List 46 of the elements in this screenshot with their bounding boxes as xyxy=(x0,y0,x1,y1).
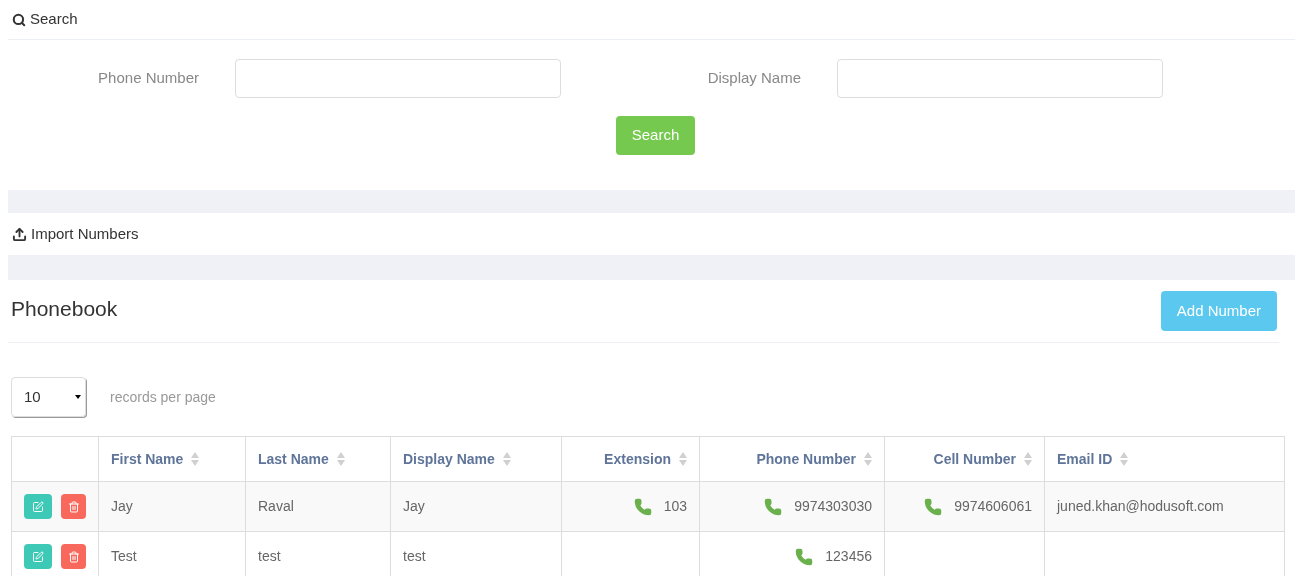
table-cell-text: 9974303030 xyxy=(794,497,872,516)
column-header[interactable]: Phone Number xyxy=(699,436,885,482)
sort-icon xyxy=(864,452,872,466)
table-cell: Jay xyxy=(98,481,246,532)
panel-title: Phonebook xyxy=(11,296,118,323)
phone-icon xyxy=(795,547,814,566)
table-cell: Jay xyxy=(390,481,562,532)
input-field[interactable] xyxy=(837,58,1163,98)
sort-icon xyxy=(1120,452,1129,466)
field-label: Display Name xyxy=(706,67,802,88)
phone-icon xyxy=(633,497,652,516)
column-header[interactable]: Extension xyxy=(561,436,700,482)
field-label: Phone Number xyxy=(97,67,200,88)
panel-title: Search xyxy=(30,9,78,30)
edit-button[interactable] xyxy=(24,544,52,569)
edit-button[interactable] xyxy=(24,494,52,519)
panel-title: Import Numbers xyxy=(31,223,139,244)
phone-icon xyxy=(924,497,943,516)
delete-button[interactable] xyxy=(61,544,86,569)
trash-icon xyxy=(67,500,80,513)
caret-icon xyxy=(75,395,81,399)
page-size-label: records per page xyxy=(110,387,216,407)
table-cell-text: 103 xyxy=(663,497,687,516)
phone-icon xyxy=(764,497,783,516)
table-cell-text: 123456 xyxy=(825,547,872,566)
edit-icon xyxy=(32,550,44,563)
trash-icon xyxy=(67,550,80,563)
search-icon xyxy=(12,12,26,27)
delete-button[interactable] xyxy=(61,494,86,519)
page-size-select[interactable]: 10 xyxy=(11,377,86,417)
column-header[interactable]: Last Name xyxy=(245,436,391,482)
column-header[interactable]: Email ID xyxy=(1044,436,1285,482)
sort-icon xyxy=(679,452,687,466)
table-cell: Raval xyxy=(245,481,391,532)
table-cell: juned.khan@hodusoft.com xyxy=(1044,481,1285,532)
column-header[interactable]: Cell Number xyxy=(884,436,1045,482)
column-header[interactable]: First Name xyxy=(98,436,246,482)
edit-icon xyxy=(32,500,44,513)
column-header[interactable]: Display Name xyxy=(390,436,562,482)
sort-icon xyxy=(191,452,200,466)
table-cell-text: 9974606061 xyxy=(954,497,1032,516)
sort-icon xyxy=(502,452,511,466)
sort-icon xyxy=(1024,452,1032,466)
sort-icon xyxy=(336,452,345,466)
upload-icon xyxy=(12,226,27,242)
input-field[interactable] xyxy=(235,58,561,98)
